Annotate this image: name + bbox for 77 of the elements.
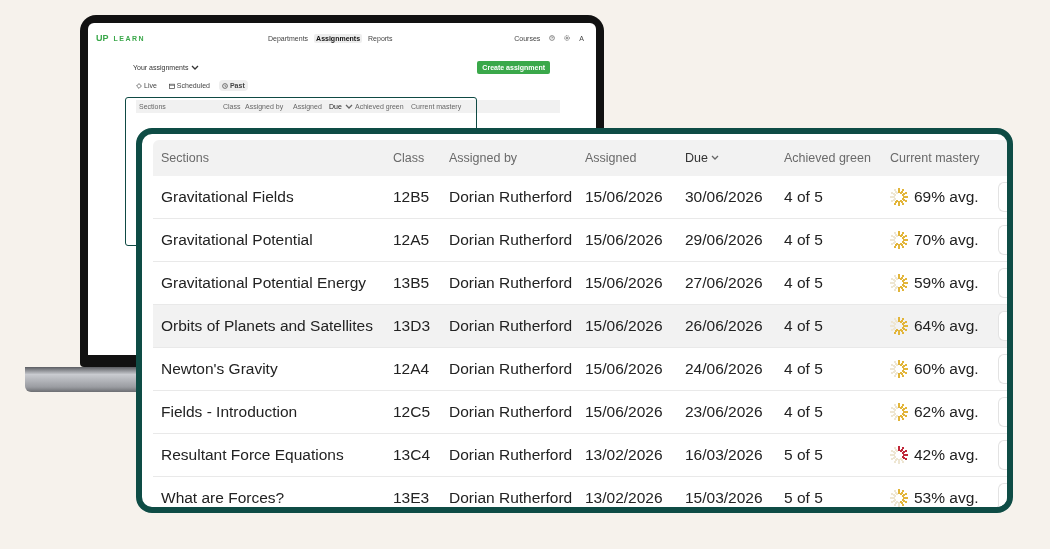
table-cell-text: Dorian Rutherford (448, 231, 574, 249)
table-cell-text: 16/03/2026 (684, 446, 764, 464)
column-header[interactable]: Due (685, 151, 708, 165)
column-header: Assigned (585, 151, 637, 165)
table-row[interactable]: Orbits of Planets and Satellites 13D3 Dorian Rutherford 15/06/2026 26/06/2026 4 of 5 64% avg. (153, 305, 1007, 348)
table-cell-text: 13/02/2026 (584, 489, 664, 507)
table-cell-text: 15/06/2026 (584, 274, 664, 292)
table-cell-text: Dorian Rutherford (448, 274, 574, 292)
table-row[interactable]: What are Forces? 13E3 Dorian Rutherford 13/02/2026 15/03/2026 5 of 5 53% avg. (153, 477, 1007, 507)
table-cell-text: 12A5 (392, 231, 431, 249)
chevron-down-icon (191, 64, 200, 71)
table-cell-text: 27/06/2026 (684, 274, 764, 292)
table-cell-text: 15/06/2026 (584, 231, 664, 249)
table-cell-text: 13D3 (392, 317, 432, 335)
section-name: Newton's Gravity (160, 360, 279, 378)
table-cell-text: 15/06/2026 (584, 317, 664, 335)
calendar-icon (168, 82, 175, 89)
table-cell-text: Dorian Rutherford (448, 188, 574, 206)
table-cell-text: 4 of 5 (783, 317, 824, 335)
column-header: Assigned by (449, 151, 518, 165)
table-row[interactable]: Gravitational Potential 12A5 Dorian Rutherford 15/06/2026 29/06/2026 4 of 5 70% avg. (153, 219, 1007, 262)
table-cell-text: 26/06/2026 (684, 317, 764, 335)
table-cell-text: 4 of 5 (783, 188, 824, 206)
table-cell-text: 12B5 (392, 188, 431, 206)
section-name: Fields - Introduction (160, 403, 299, 421)
table-row[interactable]: Gravitational Fields 12B5 Dorian Rutherford 15/06/2026 30/06/2026 4 of 5 69% avg. (153, 176, 1007, 219)
table-cell-text: 13B5 (392, 274, 431, 292)
table-cell-text: 5 of 5 (783, 489, 824, 507)
table-cell-text: 24/06/2026 (684, 360, 764, 378)
column-header: Current mastery (890, 151, 980, 165)
table-row[interactable]: Newton's Gravity 12A4 Dorian Rutherford 15/06/2026 24/06/2026 4 of 5 60% avg. (153, 348, 1007, 391)
table-cell-text: 13E3 (392, 489, 431, 507)
section-name: Gravitational Fields (160, 188, 295, 206)
mastery-reading: 70% avg. (914, 231, 979, 249)
table-cell-text: Dorian Rutherford (448, 446, 574, 464)
settings-icon[interactable] (564, 35, 571, 41)
mastery-reading: 42% avg. (914, 446, 979, 464)
table-cell-text: 15/06/2026 (584, 403, 664, 421)
table-cell-text: 15/06/2026 (584, 360, 664, 378)
column-header: Achieved green (784, 151, 871, 165)
table-cell-text: 12C5 (392, 403, 432, 421)
diamond-icon (136, 82, 142, 89)
table-cell-text: 15/03/2026 (684, 489, 764, 507)
table-cell-text: 4 of 5 (783, 403, 824, 421)
table-cell-text: 4 of 5 (783, 231, 824, 249)
section-name: Orbits of Planets and Satellites (160, 317, 374, 335)
table-cell-text: Dorian Rutherford (448, 317, 574, 335)
table-cell-text: 15/06/2026 (584, 188, 664, 206)
table-cell-text: 13/02/2026 (584, 446, 664, 464)
table-cell-text: 23/06/2026 (684, 403, 764, 421)
table-cell-text: 4 of 5 (783, 274, 824, 292)
mastery-reading: 59% avg. (914, 274, 979, 292)
table-cell-text: 30/06/2026 (684, 188, 764, 206)
mastery-reading: 53% avg. (914, 489, 979, 507)
table-cell-text: 12A4 (392, 360, 431, 378)
section-name: Gravitational Potential Energy (160, 274, 368, 292)
logo-mark: UP (96, 33, 109, 43)
mastery-reading: 62% avg. (914, 403, 979, 421)
table-row[interactable]: Fields - Introduction 12C5 Dorian Rutherford 15/06/2026 23/06/2026 4 of 5 62% avg. (153, 391, 1007, 434)
table-cell-text: Dorian Rutherford (448, 403, 574, 421)
help-icon[interactable] (549, 35, 556, 41)
column-header: Class (393, 151, 425, 165)
table-cell-text: Dorian Rutherford (448, 489, 574, 507)
table-cell-text: 5 of 5 (783, 446, 824, 464)
column-header: Sections (161, 151, 209, 165)
table-row[interactable]: Resultant Force Equations 13C4 Dorian Rutherford 13/02/2026 16/03/2026 5 of 5 42% avg. (153, 434, 1007, 477)
mastery-reading: 60% avg. (914, 360, 979, 378)
table-cell-text: 29/06/2026 (684, 231, 764, 249)
section-name: Resultant Force Equations (160, 446, 345, 464)
mastery-reading: 64% avg. (914, 317, 979, 335)
mastery-reading: 69% avg. (914, 188, 979, 206)
table-cell-text: 13C4 (392, 446, 432, 464)
clock-icon (221, 82, 228, 89)
table-cell-text: Dorian Rutherford (448, 360, 574, 378)
table-cell-text: 4 of 5 (783, 360, 824, 378)
section-name: Gravitational Potential (160, 231, 314, 249)
section-name: What are Forces? (160, 489, 286, 507)
